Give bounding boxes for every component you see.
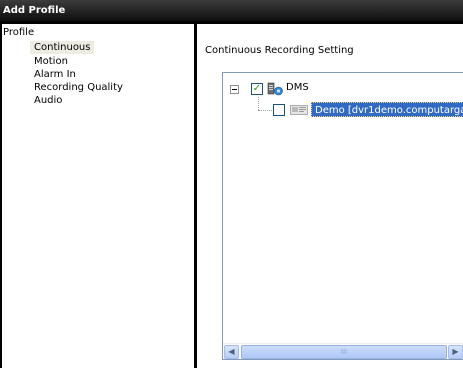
tree-item-motion[interactable]: Motion xyxy=(30,55,72,68)
settings-pane: Continuous Recording Setting ✓ DMS Demo … xyxy=(197,24,463,368)
section-title: Continuous Recording Setting xyxy=(205,45,354,56)
device-tree: ✓ DMS Demo [dvr1demo.computargan. ◀ III … xyxy=(222,72,463,360)
tree-root-profile[interactable]: Profile xyxy=(3,27,34,38)
window-title: Add Profile xyxy=(0,0,463,22)
scroll-grip: III xyxy=(340,348,348,356)
horizontal-scrollbar[interactable]: ◀ III ▶ xyxy=(223,343,463,359)
demo-checkbox[interactable] xyxy=(273,104,285,116)
camera-icon xyxy=(290,105,308,115)
add-profile-window: Add Profile Profile Continuous Motion Al… xyxy=(0,0,463,368)
scroll-left-button[interactable]: ◀ xyxy=(224,345,239,359)
scroll-right-button[interactable]: ▶ xyxy=(448,345,463,359)
tree-item-alarm-in[interactable]: Alarm In xyxy=(30,68,80,81)
tree-connector-line xyxy=(258,110,272,111)
scroll-thumb[interactable]: III xyxy=(241,345,447,359)
arrow-left-icon: ◀ xyxy=(228,347,235,356)
collapse-toggle-icon[interactable] xyxy=(230,85,239,94)
profile-tree-pane: Profile Continuous Motion Alarm In Recor… xyxy=(2,24,194,368)
tree-item-recording-quality[interactable]: Recording Quality xyxy=(30,81,127,94)
arrow-right-icon: ▶ xyxy=(452,347,459,356)
demo-device-label[interactable]: Demo [dvr1demo.computargan. xyxy=(311,102,463,117)
dms-checkbox[interactable]: ✓ xyxy=(251,83,263,95)
tree-connector-line xyxy=(258,97,259,110)
dms-label[interactable]: DMS xyxy=(286,82,309,93)
tree-item-audio[interactable]: Audio xyxy=(30,94,66,107)
tree-item-continuous[interactable]: Continuous xyxy=(30,41,95,54)
dms-server-icon xyxy=(267,82,283,96)
